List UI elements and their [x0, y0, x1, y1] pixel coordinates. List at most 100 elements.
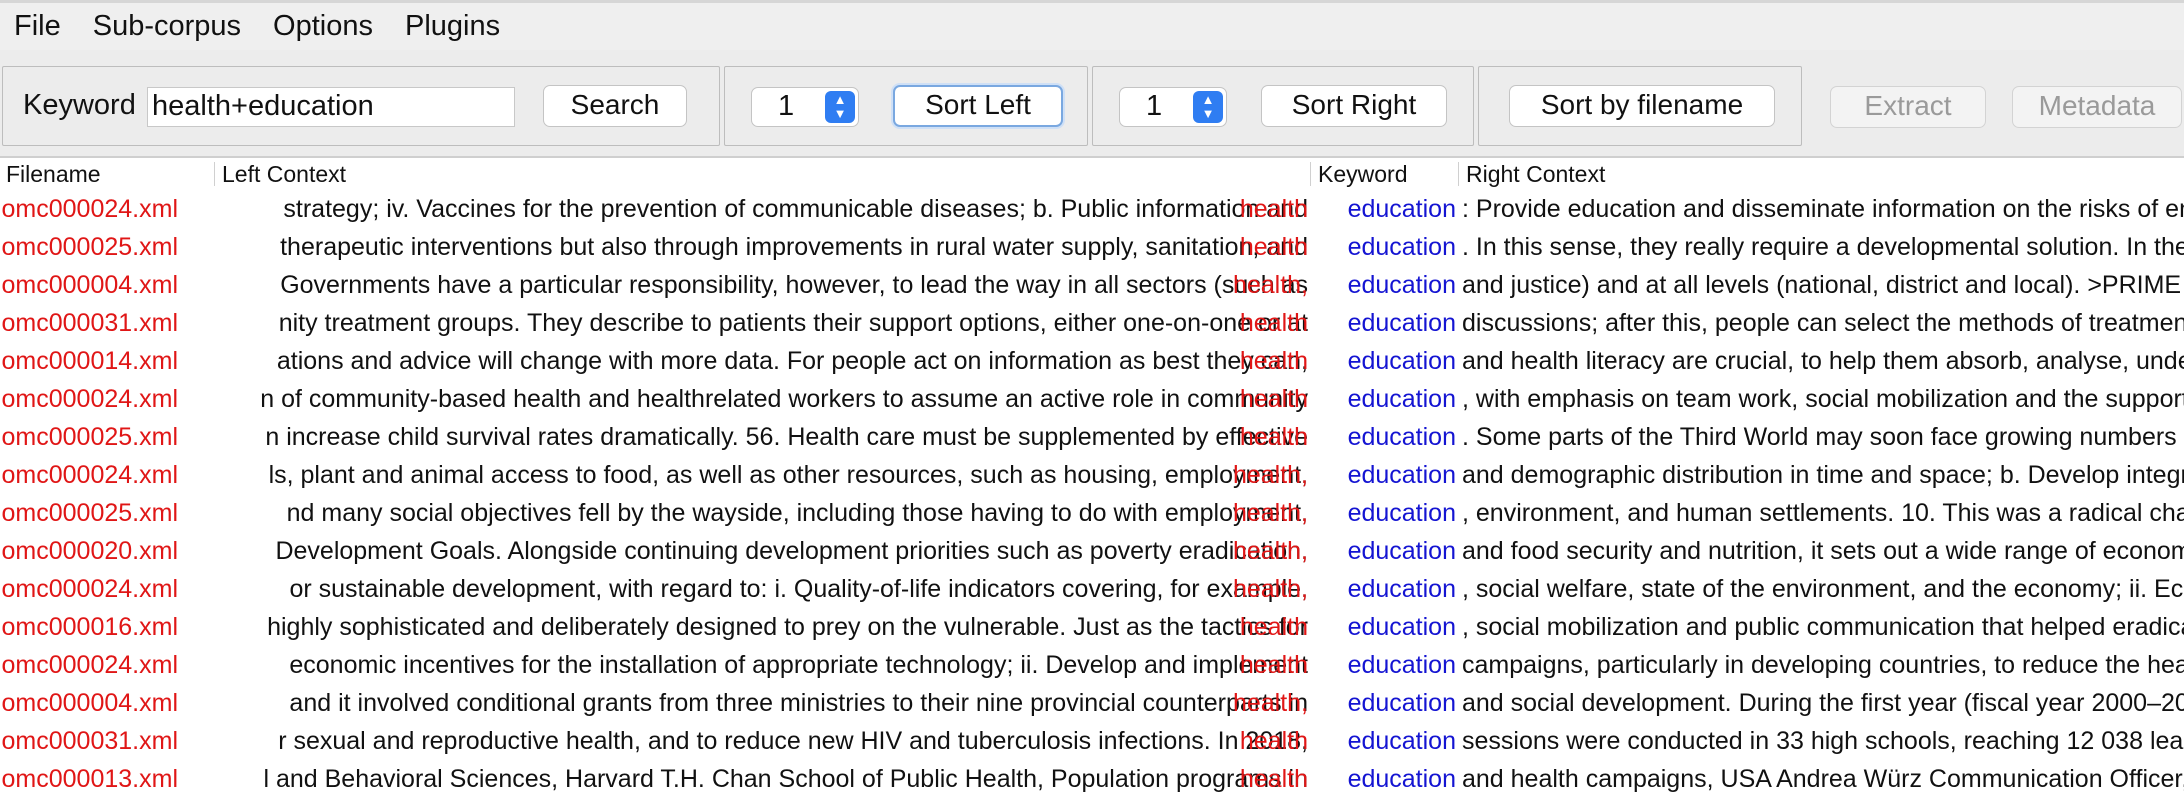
cell-keyword[interactable]: education	[1312, 266, 1458, 304]
table-row[interactable]: omc000020.xml Development Goals. Alongsid…	[0, 532, 2184, 570]
column-header-left-context[interactable]: Left Context	[216, 158, 1306, 190]
cell-keyword[interactable]: education	[1312, 570, 1458, 608]
keyword-input[interactable]: health+education	[147, 87, 515, 127]
cell-keyword[interactable]: education	[1312, 760, 1458, 798]
cell-keyword[interactable]: education	[1312, 646, 1458, 684]
sort-right-button[interactable]: Sort Right	[1261, 85, 1447, 127]
cell-left-context[interactable]: highly sophisticated and deliberately de…	[218, 608, 1308, 646]
cell-filename[interactable]: omc000025.xml	[0, 228, 214, 266]
cell-left-context[interactable]: nity treatment groups. They describe to …	[218, 304, 1308, 342]
sort-left-button[interactable]: Sort Left	[893, 85, 1063, 127]
cell-right-context[interactable]: and justice) and at all levels (national…	[1462, 266, 2184, 304]
cell-filename[interactable]: omc000024.xml	[0, 380, 214, 418]
cell-right-context[interactable]: , with emphasis on team work, social mob…	[1462, 380, 2184, 418]
cell-filename[interactable]: omc000031.xml	[0, 304, 214, 342]
spinner-arrows-icon[interactable]: ▲ ▼	[825, 91, 855, 123]
extract-button[interactable]: Extract	[1830, 86, 1986, 128]
cell-right-context[interactable]: and health literacy are crucial, to help…	[1462, 342, 2184, 380]
table-row[interactable]: omc000024.xml economic incentives for the…	[0, 646, 2184, 684]
cell-left-context[interactable]: or sustainable development, with regard …	[218, 570, 1308, 608]
table-row[interactable]: omc000014.xml ations and advice will chan…	[0, 342, 2184, 380]
cell-left-context[interactable]: l and Behavioral Sciences, Harvard T.H. …	[218, 760, 1308, 798]
table-row[interactable]: omc000004.xml Governments have a particul…	[0, 266, 2184, 304]
cell-keyword[interactable]: education	[1312, 342, 1458, 380]
cell-left-context[interactable]: ations and advice will change with more …	[218, 342, 1308, 380]
column-divider[interactable]	[1458, 162, 1459, 186]
cell-left-context[interactable]: strategy; iv. Vaccines for the preventio…	[218, 190, 1308, 228]
cell-keyword[interactable]: education	[1312, 532, 1458, 570]
cell-right-context[interactable]: and social development. During the first…	[1462, 684, 2184, 722]
table-row[interactable]: omc000024.xml strategy; iv. Vaccines for …	[0, 190, 2184, 228]
cell-filename[interactable]: omc000016.xml	[0, 608, 214, 646]
table-row[interactable]: omc000031.xml r sexual and reproductive h…	[0, 722, 2184, 760]
cell-left-context[interactable]: Development Goals. Alongside continuing …	[218, 532, 1308, 570]
menu-sub-corpus[interactable]: Sub-corpus	[79, 10, 259, 43]
cell-left-context[interactable]: Governments have a particular responsibi…	[218, 266, 1308, 304]
cell-left-context[interactable]: r sexual and reproductive health, and to…	[218, 722, 1308, 760]
cell-keyword[interactable]: education	[1312, 494, 1458, 532]
cell-filename[interactable]: omc000025.xml	[0, 494, 214, 532]
column-header-right-context[interactable]: Right Context	[1460, 158, 2184, 190]
cell-left-context[interactable]: economic incentives for the installation…	[218, 646, 1308, 684]
table-row[interactable]: omc000024.xml ls, plant and animal access…	[0, 456, 2184, 494]
cell-filename[interactable]: omc000024.xml	[0, 190, 214, 228]
menu-options[interactable]: Options	[259, 10, 391, 43]
cell-keyword[interactable]: education	[1312, 608, 1458, 646]
cell-right-context[interactable]: , social mobilization and public communi…	[1462, 608, 2184, 646]
cell-filename[interactable]: omc000024.xml	[0, 570, 214, 608]
column-divider[interactable]	[214, 162, 215, 186]
metadata-button[interactable]: Metadata	[2012, 86, 2182, 128]
cell-filename[interactable]: omc000031.xml	[0, 722, 214, 760]
cell-keyword[interactable]: education	[1312, 418, 1458, 456]
column-divider[interactable]	[1310, 162, 1311, 186]
table-row[interactable]: omc000013.xml l and Behavioral Sciences, …	[0, 760, 2184, 798]
cell-keyword[interactable]: education	[1312, 304, 1458, 342]
table-row[interactable]: omc000025.xml therapeutic interventions b…	[0, 228, 2184, 266]
menu-file[interactable]: File	[0, 10, 79, 43]
column-header-keyword[interactable]: Keyword	[1312, 158, 1458, 190]
cell-right-context[interactable]: discussions; after this, people can sele…	[1462, 304, 2184, 342]
cell-keyword[interactable]: education	[1312, 380, 1458, 418]
cell-right-context[interactable]: and food security and nutrition, it sets…	[1462, 532, 2184, 570]
table-row[interactable]: omc000004.xml and it involved conditional…	[0, 684, 2184, 722]
cell-filename[interactable]: omc000004.xml	[0, 266, 214, 304]
search-button[interactable]: Search	[543, 85, 687, 127]
cell-filename[interactable]: omc000014.xml	[0, 342, 214, 380]
cell-keyword[interactable]: education	[1312, 684, 1458, 722]
cell-right-context[interactable]: : Provide education and disseminate info…	[1462, 190, 2184, 228]
cell-filename[interactable]: omc000024.xml	[0, 456, 214, 494]
cell-keyword[interactable]: education	[1312, 722, 1458, 760]
cell-right-context[interactable]: campaigns, particularly in developing co…	[1462, 646, 2184, 684]
cell-keyword[interactable]: education	[1312, 456, 1458, 494]
cell-filename[interactable]: omc000013.xml	[0, 760, 214, 798]
cell-right-context[interactable]: . Some parts of the Third World may soon…	[1462, 418, 2184, 456]
table-row[interactable]: omc000025.xml nd many social objectives f…	[0, 494, 2184, 532]
table-row[interactable]: omc000031.xml nity treatment groups. They…	[0, 304, 2184, 342]
cell-keyword[interactable]: education	[1312, 228, 1458, 266]
cell-right-context[interactable]: and demographic distribution in time and…	[1462, 456, 2184, 494]
cell-filename[interactable]: omc000025.xml	[0, 418, 214, 456]
table-row[interactable]: omc000016.xml highly sophisticated and de…	[0, 608, 2184, 646]
table-row[interactable]: omc000024.xml n of community-based health…	[0, 380, 2184, 418]
cell-right-context[interactable]: , social welfare, state of the environme…	[1462, 570, 2184, 608]
spinner-arrows-icon[interactable]: ▲ ▼	[1193, 91, 1223, 123]
column-header-filename[interactable]: Filename	[0, 158, 214, 190]
menu-plugins[interactable]: Plugins	[391, 10, 518, 43]
sort-left-spinner[interactable]: 1 ▲ ▼	[751, 87, 859, 127]
cell-filename[interactable]: omc000024.xml	[0, 646, 214, 684]
sort-by-filename-button[interactable]: Sort by filename	[1509, 85, 1775, 127]
cell-filename[interactable]: omc000004.xml	[0, 684, 214, 722]
cell-left-context[interactable]: n of community-based health and healthre…	[218, 380, 1308, 418]
cell-filename[interactable]: omc000020.xml	[0, 532, 214, 570]
sort-right-spinner[interactable]: 1 ▲ ▼	[1119, 87, 1227, 127]
table-row[interactable]: omc000024.xml or sustainable development,…	[0, 570, 2184, 608]
cell-left-context[interactable]: nd many social objectives fell by the wa…	[218, 494, 1308, 532]
cell-left-context[interactable]: ls, plant and animal access to food, as …	[218, 456, 1308, 494]
table-row[interactable]: omc000025.xml n increase child survival r…	[0, 418, 2184, 456]
cell-left-context[interactable]: therapeutic interventions but also throu…	[218, 228, 1308, 266]
cell-right-context[interactable]: sessions were conducted in 33 high schoo…	[1462, 722, 2184, 760]
cell-right-context[interactable]: and health campaigns, USA Andrea Würz Co…	[1462, 760, 2184, 798]
cell-right-context[interactable]: , environment, and human settlements. 10…	[1462, 494, 2184, 532]
cell-keyword[interactable]: education	[1312, 190, 1458, 228]
cell-right-context[interactable]: . In this sense, they really require a d…	[1462, 228, 2184, 266]
